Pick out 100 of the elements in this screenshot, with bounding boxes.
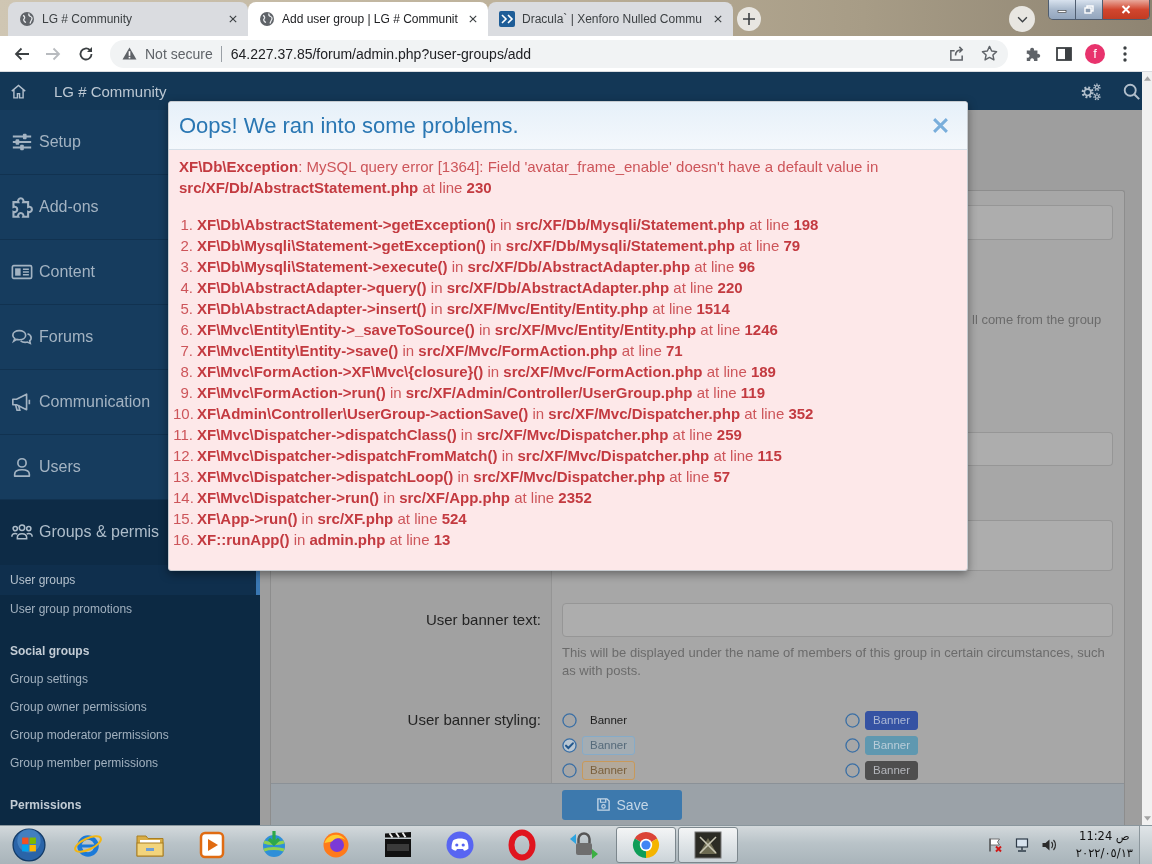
radio-button[interactable] [562,713,577,728]
line-number: 13. [173,467,193,487]
line-number: 16. [173,530,193,550]
chevron-down-icon [1016,15,1028,23]
gears-icon[interactable] [1080,81,1102,101]
reload-icon [78,45,94,62]
home-icon[interactable] [10,82,27,100]
puzzle-icon [11,196,33,218]
clock-time: 11:24 ص [1079,828,1130,845]
line-number: 2. [179,236,193,256]
textarea-field[interactable] [968,520,1113,571]
sidebar-link[interactable]: Group member permissions [0,749,260,777]
up-arrow-icon[interactable] [1143,76,1151,81]
ring-icon [506,829,538,861]
stack-frame: XF\App->run() in src/XF.php at line 524 [197,508,467,529]
vertical-scrollbar[interactable] [1142,72,1152,825]
line-number: 9. [179,383,193,403]
show-desktop-button[interactable] [1139,826,1152,864]
text-input-field[interactable] [968,205,1113,240]
sliders-icon [11,131,33,153]
line-number: 10. [173,404,193,424]
taskbar-button[interactable] [678,827,738,863]
sidebar-link[interactable]: User group promotions [0,595,260,623]
close-icon [229,15,237,23]
line-number: 14. [173,488,193,508]
puzzle-icon [1025,45,1041,62]
stack-frame: XF\Mvc\Entity\Entity->_saveToSource() in src/XF/Mvc/Entity/Entity.php at line 1246 [197,319,778,340]
radio-button[interactable] [562,763,577,778]
browser-tab[interactable]: LG # Community [8,2,248,36]
down-arrow-icon[interactable] [1143,816,1151,821]
banner-label: Banner [865,736,919,755]
banner-label: Banner [865,761,919,780]
stack-frame: XF\Db\Mysqli\Statement->execute() in src/XF/Db/AbstractAdapter.php at line 96 [197,256,756,277]
padlock-arrows-icon [568,829,600,861]
text-input-field[interactable] [968,432,1113,466]
restore-icon [1084,5,1094,14]
sidebar-link[interactable]: Group owner permissions [0,693,260,721]
emblem-tile-icon [692,829,724,861]
segmented-circle-icon [630,829,662,861]
browser-tab[interactable]: Dracula` | Xenforo Nulled Commu [488,2,733,36]
stack-frame: XF\Db\AbstractStatement->getException() in src/XF/Db/Mysqli/Statement.php at line 198 [197,214,819,235]
stack-frame: XF\Mvc\Entity\Entity->save() in src/XF/Mvc/FormAction.php at line 71 [197,340,683,361]
share-icon[interactable] [948,45,965,62]
browser-tab[interactable]: Add user group | LG # Communit [248,2,488,36]
network-icon[interactable] [1013,837,1030,853]
sidebar-link[interactable]: Group moderator permissions [0,721,260,749]
tab-search-button[interactable] [1009,6,1035,32]
radio-button[interactable] [845,713,860,728]
stack-frame: XF\Db\AbstractAdapter->insert() in src/XF/Mvc/Entity/Entity.php at line 1514 [197,298,730,319]
new-tab-button[interactable] [737,7,761,31]
speaker-icon[interactable] [1040,837,1057,853]
close-icon [714,15,722,23]
address-bar[interactable]: Not secure 64.227.37.85/forum/admin.php?user-groups/add [110,39,1008,68]
search-icon[interactable] [1123,82,1140,100]
user-icon [11,456,33,478]
line-number: 4. [179,278,193,298]
tile-logo-icon [499,11,515,27]
field-label: User banner styling: [407,710,541,730]
error-message: XF\Db\Exception: MySQL query error [1364]: Field 'avatar_frame_enable' doesn't have a default value in src/XF/Db/AbstractStatement.php at line 230 [179,157,880,198]
security-indicator[interactable]: Not secure [122,45,213,62]
stack-frame: XF\Db\Mysqli\Statement->getException() in src/XF/Db/Mysqli/Statement.php at line 79 [197,235,801,256]
stack-frame: XF\Mvc\Dispatcher->run() in src/XF/App.php at line 2352 [197,487,592,508]
radio-button[interactable] [562,738,577,753]
stack-frame: XF\Mvc\Dispatcher->dispatchLoop() in src/XF/Mvc/Dispatcher.php at line 57 [197,466,731,487]
start-orb-icon [12,828,46,862]
stack-frame: XF\Mvc\FormAction->XF\Mvc\{closure}() in src/XF/Mvc/FormAction.php at line 189 [197,361,776,382]
plus-icon [743,13,755,25]
window-close-button[interactable] [1103,0,1149,19]
line-number: 1. [179,215,193,235]
line-number: 7. [179,341,193,361]
line-number: 8. [179,362,193,382]
flag-x-icon[interactable] [986,837,1003,853]
star-icon[interactable] [981,45,998,62]
globe-icon [259,11,275,27]
banner-label: Banner [582,736,636,755]
sidebar-heading: Social groups [9,643,91,660]
site-title[interactable]: LG # Community [54,82,167,100]
close-icon [932,117,949,134]
stack-frame: XF\Mvc\FormAction->run() in src/XF/Admin/Controller/UserGroup.php at line 119 [197,382,766,403]
megaphone-icon [11,391,33,413]
stack-frame: XF\Mvc\Dispatcher->dispatchClass() in src/XF/Mvc/Dispatcher.php at line 259 [197,424,742,445]
restore-button[interactable] [1076,0,1103,19]
line-number: 3. [179,257,193,277]
sidebar-link[interactable]: User groups [0,565,260,595]
minimize-button[interactable] [1049,0,1076,19]
banner-label: Banner [582,761,636,780]
profile-avatar[interactable]: f [1085,43,1105,64]
sidebar-link[interactable]: Group settings [0,665,260,693]
line-number: 12. [173,446,193,466]
line-number: 6. [179,320,193,340]
radio-button[interactable] [845,738,860,753]
warning-icon [122,47,137,60]
radio-button[interactable] [845,763,860,778]
clock[interactable]: 11:24 ص ٢٠٢٢/٠٥/١٣ [1075,828,1133,862]
url-text: 64.227.37.85/forum/admin.php?user-groups/add [230,45,532,62]
controller-face-icon [444,829,476,861]
stack-frame: XF::runApp() in admin.php at line 13 [197,529,451,550]
side-panel-icon [1056,45,1072,62]
line-number: 11. [173,425,193,445]
clock-date: ٢٠٢٢/٠٥/١٣ [1075,845,1133,862]
